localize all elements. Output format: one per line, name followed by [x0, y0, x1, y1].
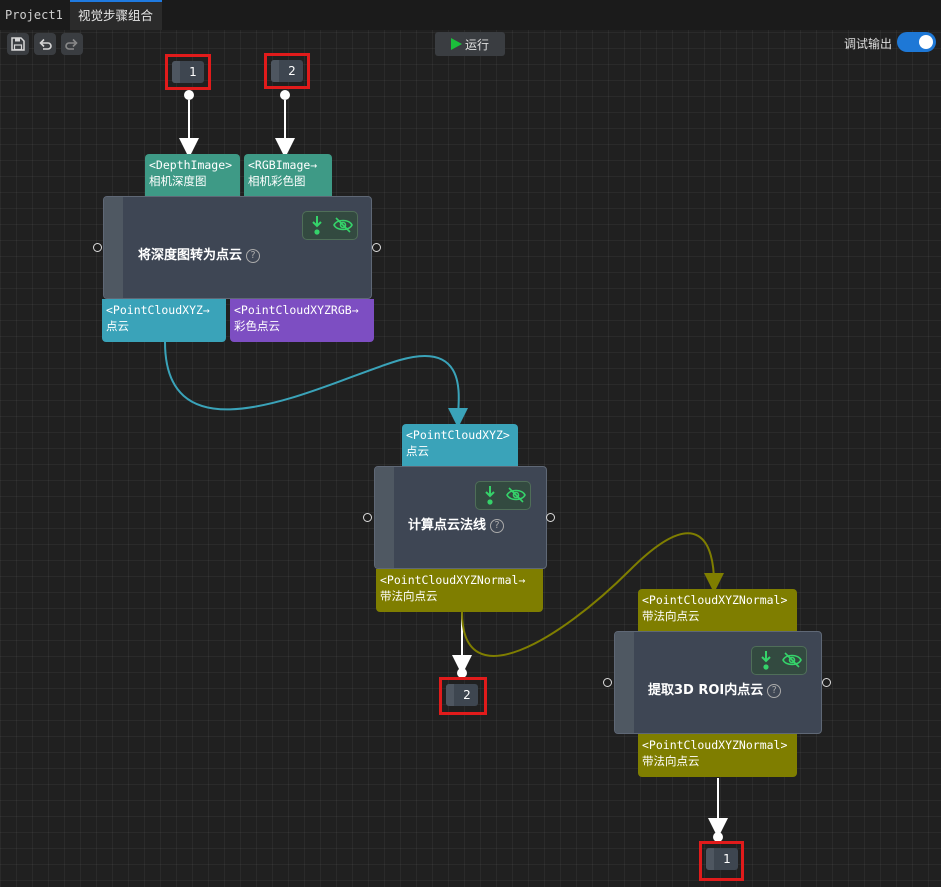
node-toolbar — [475, 481, 531, 510]
node2-input-pointcloud[interactable]: <PointCloudXYZ> 点云 — [402, 424, 518, 466]
eye-off-icon[interactable] — [333, 216, 353, 234]
node3-output-normal-cloud[interactable]: <PointCloudXYZNormal> 带法向点云 — [638, 734, 797, 777]
port-label: 带法向点云 — [380, 589, 438, 603]
node2-left-anchor[interactable] — [363, 513, 372, 522]
download-output-icon[interactable] — [758, 650, 774, 672]
graph-input-2-number: 2 — [288, 64, 296, 78]
port-type: <RGBImage→ — [248, 158, 318, 172]
node-title: 计算点云法线? — [408, 514, 505, 533]
eye-off-icon[interactable] — [782, 651, 802, 669]
node3-input-normal-cloud[interactable]: <PointCloudXYZNormal> 带法向点云 — [638, 589, 797, 631]
node-toolbar — [302, 211, 358, 240]
port-type: <PointCloudXYZNormal→ — [380, 573, 526, 587]
graph-input-2[interactable]: 2 — [264, 53, 310, 89]
port-label: 相机深度图 — [149, 174, 207, 188]
node1-input-rgb[interactable]: <RGBImage→ 相机彩色图 — [244, 154, 332, 197]
port-label: 点云 — [106, 319, 129, 333]
graph-output-2[interactable]: 2 — [439, 677, 487, 715]
node-handle[interactable] — [104, 197, 123, 298]
port-type: <PointCloudXYZ> — [406, 428, 510, 442]
eye-off-icon[interactable] — [506, 486, 526, 504]
node1-output-color-pointcloud[interactable]: <PointCloudXYZRGB→ 彩色点云 — [230, 299, 374, 342]
node-handle[interactable] — [375, 467, 394, 568]
input-2-port[interactable] — [280, 90, 290, 100]
port-type: <DepthImage> — [149, 158, 233, 172]
graph-input-1-number: 1 — [189, 65, 197, 79]
node2-right-anchor[interactable] — [546, 513, 555, 522]
port-label: 点云 — [406, 444, 429, 458]
port-type: <PointCloudXYZNormal> — [642, 593, 788, 607]
port-type: <PointCloudXYZRGB→ — [234, 303, 359, 317]
node-title: 将深度图转为点云? — [138, 244, 261, 263]
graph-output-1-body: 1 — [706, 848, 738, 870]
port-type: <PointCloudXYZNormal> — [642, 738, 788, 752]
graph-input-2-body: 2 — [271, 60, 303, 82]
graph-output-2-number: 2 — [463, 688, 471, 702]
input-1-port[interactable] — [184, 90, 194, 100]
node-title: 提取3D ROI内点云? — [648, 679, 782, 698]
port-label: 相机彩色图 — [248, 174, 306, 188]
graph-output-1[interactable]: 1 — [699, 841, 744, 881]
node2-output-normal-cloud[interactable]: <PointCloudXYZNormal→ 带法向点云 — [376, 569, 543, 612]
node3-right-anchor[interactable] — [822, 678, 831, 687]
graph-output-1-number: 1 — [723, 852, 731, 866]
node1-output-pointcloud[interactable]: <PointCloudXYZ→ 点云 — [102, 299, 226, 342]
help-icon[interactable]: ? — [246, 248, 261, 263]
graph-input-1-body: 1 — [172, 61, 204, 83]
port-type: <PointCloudXYZ→ — [106, 303, 210, 317]
help-icon[interactable]: ? — [767, 683, 782, 698]
node1-left-anchor[interactable] — [93, 243, 102, 252]
node-toolbar — [751, 646, 807, 675]
node1-right-anchor[interactable] — [372, 243, 381, 252]
node-depth-to-pointcloud[interactable]: 将深度图转为点云? — [103, 196, 372, 299]
port-label: 带法向点云 — [642, 754, 700, 768]
graph-output-2-body: 2 — [446, 684, 478, 706]
port-label: 彩色点云 — [234, 319, 280, 333]
node-compute-normals[interactable]: 计算点云法线? — [374, 466, 547, 569]
node-handle[interactable] — [615, 632, 634, 733]
download-output-icon[interactable] — [482, 485, 498, 507]
node3-left-anchor[interactable] — [603, 678, 612, 687]
port-label: 带法向点云 — [642, 609, 700, 623]
node1-input-depth[interactable]: <DepthImage> 相机深度图 — [145, 154, 240, 197]
help-icon[interactable]: ? — [490, 518, 505, 533]
graph-input-1[interactable]: 1 — [165, 54, 211, 90]
download-output-icon[interactable] — [309, 215, 325, 237]
node-extract-3d-roi[interactable]: 提取3D ROI内点云? — [614, 631, 822, 734]
link-pointcloud — [164, 341, 469, 428]
